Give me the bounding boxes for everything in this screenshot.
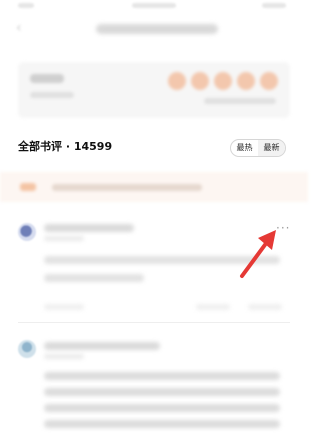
notice-tag-blurred: [20, 183, 36, 191]
review-text-line: [44, 404, 280, 412]
notice-banner[interactable]: [0, 172, 308, 202]
status-time: [18, 3, 34, 8]
star-icon: [191, 72, 209, 90]
top-nav: ‹: [0, 14, 308, 48]
divider: [18, 322, 290, 323]
comment-button-blurred[interactable]: [248, 304, 282, 310]
star-icon: [168, 72, 186, 90]
rating-score-blurred: [30, 74, 64, 83]
status-battery: [262, 3, 286, 8]
review-text-line: [44, 388, 280, 396]
rating-subtext-blurred: [30, 92, 74, 98]
sort-toggle[interactable]: 最热 最新: [230, 139, 286, 157]
rating-card: [18, 62, 290, 118]
like-button-blurred[interactable]: [196, 304, 230, 310]
review-text-line: [44, 274, 144, 282]
sort-hot-button[interactable]: 最热: [231, 140, 258, 156]
review-meta-blurred: [44, 304, 84, 310]
avatar[interactable]: [18, 223, 36, 241]
reviews-section-title: 全部书评 · 14599: [18, 140, 113, 153]
rating-count-blurred: [204, 98, 276, 104]
back-arrow-icon[interactable]: ‹: [16, 21, 30, 35]
status-bar: [0, 0, 308, 12]
review-text-line: [44, 420, 280, 428]
sort-new-button[interactable]: 最新: [258, 140, 285, 156]
review-date-blurred: [44, 236, 84, 241]
notice-text-blurred: [52, 184, 202, 191]
nav-title-blurred: [96, 24, 218, 34]
review-author-blurred: [44, 224, 134, 232]
review-date-blurred: [44, 354, 84, 359]
red-arrow-annotation: [240, 230, 276, 278]
review-author-blurred: [44, 342, 160, 350]
status-center: [132, 3, 176, 8]
review-text-line: [44, 372, 280, 380]
avatar[interactable]: [18, 340, 36, 358]
rating-stars[interactable]: [168, 72, 280, 92]
star-icon: [260, 72, 278, 90]
star-icon: [214, 72, 232, 90]
star-icon: [237, 72, 255, 90]
